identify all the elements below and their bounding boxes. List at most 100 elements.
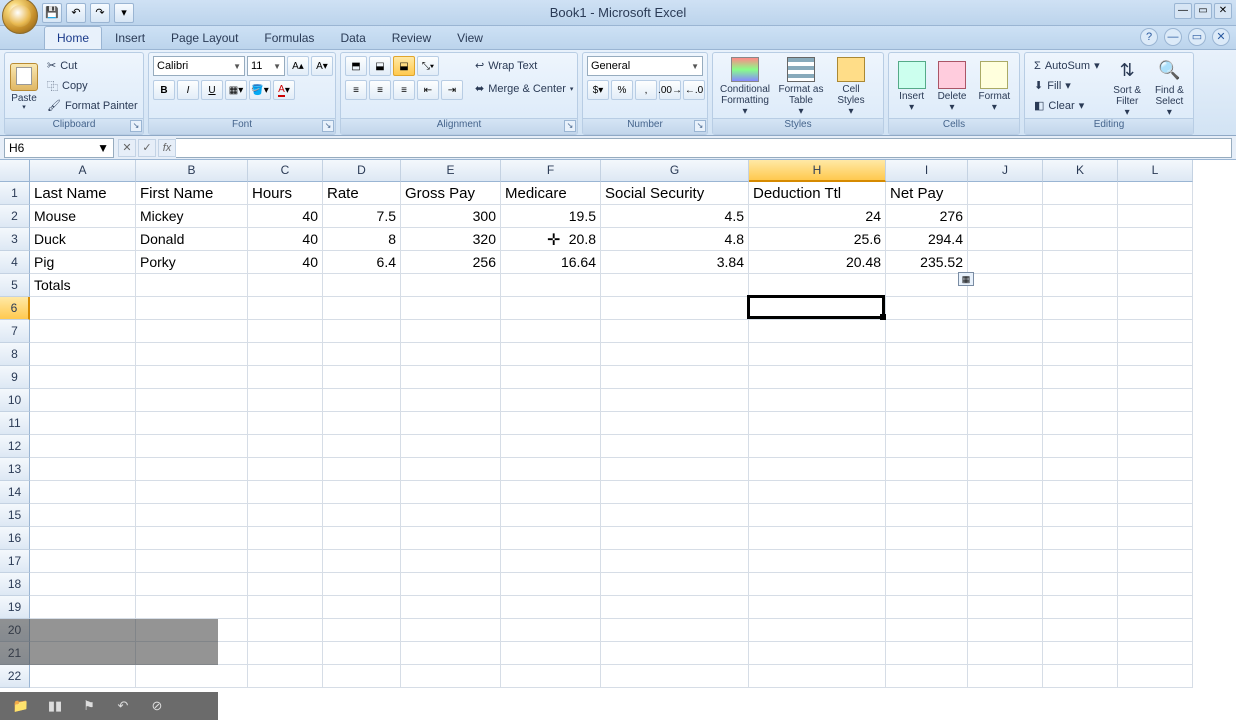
cell-J2[interactable]	[968, 205, 1043, 228]
cell-L8[interactable]	[1118, 343, 1193, 366]
cell-A6[interactable]	[30, 297, 136, 320]
cell-I10[interactable]	[886, 389, 968, 412]
alignment-dialog-launcher[interactable]: ↘	[564, 120, 576, 132]
cell-C21[interactable]	[248, 642, 323, 665]
row-header-14[interactable]: 14	[0, 481, 30, 504]
cell-L4[interactable]	[1118, 251, 1193, 274]
align-right-button[interactable]: ≡	[393, 80, 415, 100]
tab-formulas[interactable]: Formulas	[251, 26, 327, 49]
clear-button[interactable]: ◧Clear▾	[1029, 96, 1105, 115]
cell-J18[interactable]	[968, 573, 1043, 596]
underline-button[interactable]: U	[201, 80, 223, 100]
cell-D8[interactable]	[323, 343, 401, 366]
cell-J3[interactable]	[968, 228, 1043, 251]
cell-I2[interactable]: 276	[886, 205, 968, 228]
row-header-3[interactable]: 3	[0, 228, 30, 251]
cell-G6[interactable]	[601, 297, 749, 320]
cell-K5[interactable]	[1043, 274, 1118, 297]
grow-font-button[interactable]: A▴	[287, 56, 309, 76]
cell-B10[interactable]	[136, 389, 248, 412]
cell-C17[interactable]	[248, 550, 323, 573]
tab-view[interactable]: View	[444, 26, 496, 49]
cell-D21[interactable]	[323, 642, 401, 665]
row-header-5[interactable]: 5	[0, 274, 30, 297]
cell-L10[interactable]	[1118, 389, 1193, 412]
cell-F12[interactable]	[501, 435, 601, 458]
cell-F18[interactable]	[501, 573, 601, 596]
cell-D4[interactable]: 6.4	[323, 251, 401, 274]
cell-E15[interactable]	[401, 504, 501, 527]
cell-A14[interactable]	[30, 481, 136, 504]
cell-J22[interactable]	[968, 665, 1043, 688]
cell-E21[interactable]	[401, 642, 501, 665]
cell-H5[interactable]	[749, 274, 886, 297]
column-header-D[interactable]: D	[323, 160, 401, 182]
row-header-2[interactable]: 2	[0, 205, 30, 228]
cell-L22[interactable]	[1118, 665, 1193, 688]
percent-button[interactable]: %	[611, 80, 633, 100]
cell-K17[interactable]	[1043, 550, 1118, 573]
cell-G8[interactable]	[601, 343, 749, 366]
cell-B17[interactable]	[136, 550, 248, 573]
cell-A4[interactable]: Pig	[30, 251, 136, 274]
cell-C9[interactable]	[248, 366, 323, 389]
enter-formula-button[interactable]: ✓	[138, 139, 156, 157]
increase-indent-button[interactable]: ⇥	[441, 80, 463, 100]
cell-G5[interactable]	[601, 274, 749, 297]
cell-B6[interactable]	[136, 297, 248, 320]
cell-F17[interactable]	[501, 550, 601, 573]
cell-I15[interactable]	[886, 504, 968, 527]
number-dialog-launcher[interactable]: ↘	[694, 120, 706, 132]
align-top-button[interactable]: ⬒	[345, 56, 367, 76]
cell-I6[interactable]	[886, 297, 968, 320]
cell-D14[interactable]	[323, 481, 401, 504]
row-header-8[interactable]: 8	[0, 343, 30, 366]
cell-H12[interactable]	[749, 435, 886, 458]
cell-G15[interactable]	[601, 504, 749, 527]
cell-F15[interactable]	[501, 504, 601, 527]
cell-D2[interactable]: 7.5	[323, 205, 401, 228]
cell-F21[interactable]	[501, 642, 601, 665]
cell-I13[interactable]	[886, 458, 968, 481]
row-header-16[interactable]: 16	[0, 527, 30, 550]
align-middle-button[interactable]: ⬓	[369, 56, 391, 76]
cell-K20[interactable]	[1043, 619, 1118, 642]
row-header-18[interactable]: 18	[0, 573, 30, 596]
cell-E4[interactable]: 256	[401, 251, 501, 274]
cell-K13[interactable]	[1043, 458, 1118, 481]
decrease-indent-button[interactable]: ⇤	[417, 80, 439, 100]
cell-D22[interactable]	[323, 665, 401, 688]
row-header-15[interactable]: 15	[0, 504, 30, 527]
redo-button[interactable]: ↷	[90, 3, 110, 23]
cell-C10[interactable]	[248, 389, 323, 412]
row-header-13[interactable]: 13	[0, 458, 30, 481]
cell-J6[interactable]	[968, 297, 1043, 320]
cut-button[interactable]: ✂Cut	[42, 56, 143, 75]
cell-C15[interactable]	[248, 504, 323, 527]
cell-L15[interactable]	[1118, 504, 1193, 527]
maximize-button[interactable]: ▭	[1194, 3, 1212, 19]
row-header-22[interactable]: 22	[0, 665, 30, 688]
cell-K3[interactable]	[1043, 228, 1118, 251]
cell-E10[interactable]	[401, 389, 501, 412]
cell-C22[interactable]	[248, 665, 323, 688]
number-format-combo[interactable]: General▼	[587, 56, 703, 76]
cell-J19[interactable]	[968, 596, 1043, 619]
cell-H19[interactable]	[749, 596, 886, 619]
cell-A9[interactable]	[30, 366, 136, 389]
cell-F10[interactable]	[501, 389, 601, 412]
cell-C2[interactable]: 40	[248, 205, 323, 228]
cell-L1[interactable]	[1118, 182, 1193, 205]
cell-J7[interactable]	[968, 320, 1043, 343]
cell-G20[interactable]	[601, 619, 749, 642]
cell-J17[interactable]	[968, 550, 1043, 573]
cell-B15[interactable]	[136, 504, 248, 527]
cell-L2[interactable]	[1118, 205, 1193, 228]
cell-E12[interactable]	[401, 435, 501, 458]
cell-I7[interactable]	[886, 320, 968, 343]
cell-E9[interactable]	[401, 366, 501, 389]
row-header-10[interactable]: 10	[0, 389, 30, 412]
column-header-E[interactable]: E	[401, 160, 501, 182]
cell-L13[interactable]	[1118, 458, 1193, 481]
column-header-C[interactable]: C	[248, 160, 323, 182]
